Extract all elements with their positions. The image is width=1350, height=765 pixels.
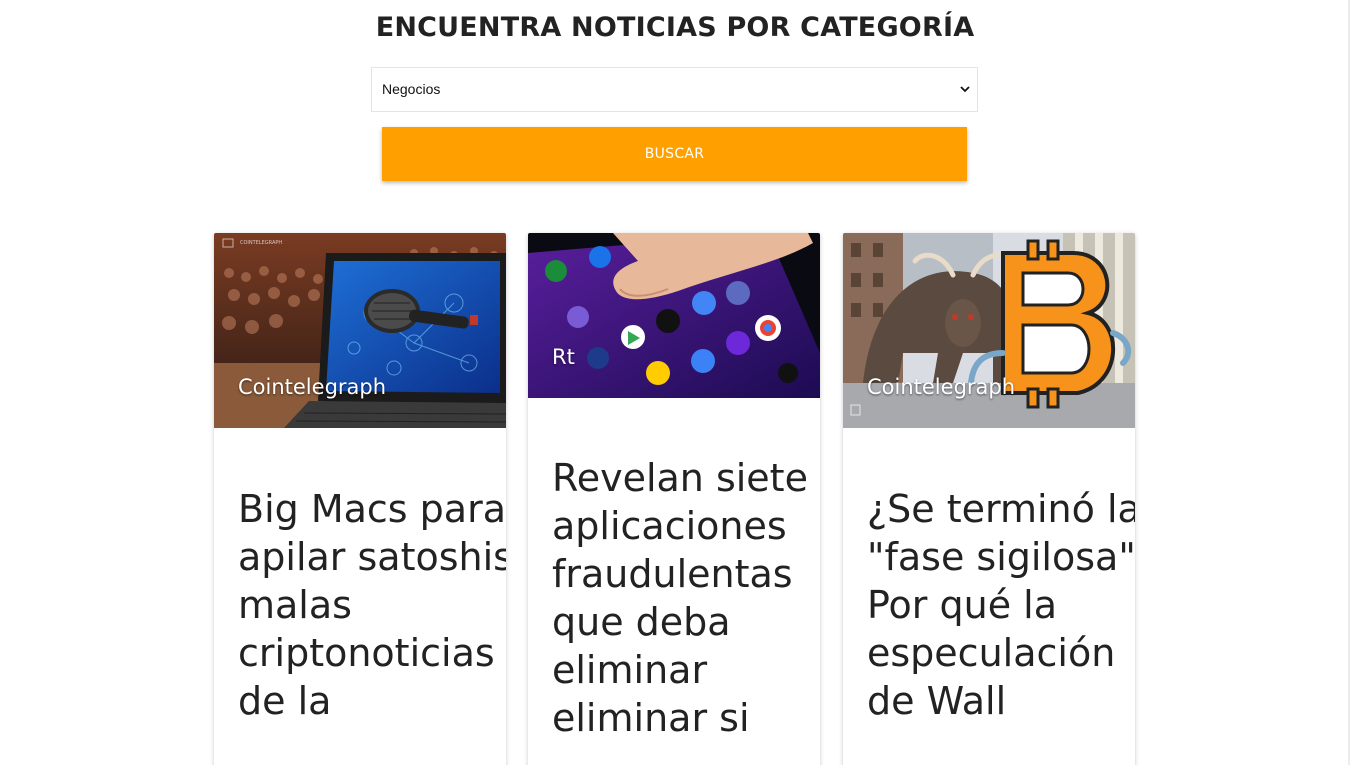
card-source: Cointelegraph bbox=[238, 375, 387, 399]
card-source: Cointelegraph bbox=[867, 375, 1016, 399]
category-select[interactable]: Negocios bbox=[371, 67, 978, 112]
chevron-down-icon bbox=[960, 86, 970, 93]
card-image[interactable]: Rt bbox=[528, 233, 820, 398]
card-image[interactable]: COINTELEGRAPH Cointelegraph bbox=[214, 233, 506, 428]
card-headline[interactable]: ¿Se terminó la "fase sigilosa"? Por qué … bbox=[867, 485, 1135, 725]
page-title: ENCUENTRA NOTICIAS POR CATEGORÍA bbox=[375, 12, 975, 43]
news-card[interactable]: Rt Revelan siete aplicaciones fraudulent… bbox=[528, 233, 820, 765]
news-card[interactable]: COINTELEGRAPH Cointelegraph Big Macs par… bbox=[214, 233, 506, 765]
card-image-illustration bbox=[528, 233, 820, 398]
card-headline[interactable]: Big Macs para apilar satoshis: malas cri… bbox=[238, 485, 506, 725]
category-select-value: Negocios bbox=[382, 81, 441, 97]
page: ENCUENTRA NOTICIAS POR CATEGORÍA Negocio… bbox=[0, 0, 1350, 765]
news-card[interactable]: Cointelegraph ¿Se terminó la "fase sigil… bbox=[843, 233, 1135, 765]
search-button[interactable]: BUSCAR bbox=[382, 127, 967, 181]
card-image[interactable]: Cointelegraph bbox=[843, 233, 1135, 428]
card-headline[interactable]: Revelan siete aplicaciones fraudulentas … bbox=[552, 454, 820, 742]
card-source: Rt bbox=[552, 345, 575, 369]
svg-text:COINTELEGRAPH: COINTELEGRAPH bbox=[240, 240, 282, 246]
